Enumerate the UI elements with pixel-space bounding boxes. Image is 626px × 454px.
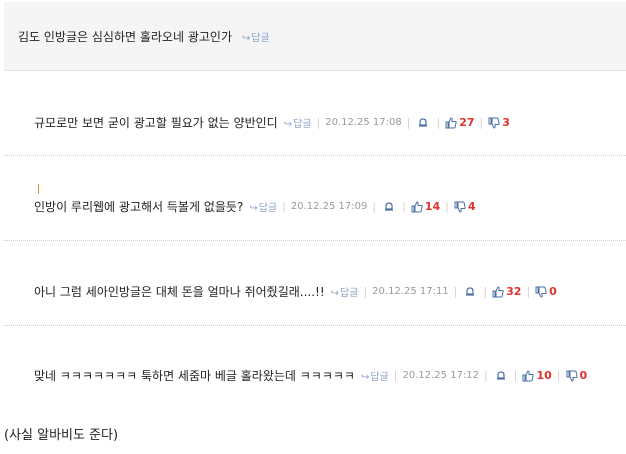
reply-row: 인방이 루리웹에 광고해서 득볼게 없을듯? ↪답글 | 20.12.25 17… bbox=[34, 184, 476, 215]
downvote-button[interactable]: 3 bbox=[488, 116, 510, 129]
divider: | bbox=[479, 116, 484, 129]
downvote-count: 0 bbox=[579, 369, 588, 382]
downvote-button[interactable]: 0 bbox=[535, 285, 557, 298]
reply-link[interactable]: ↪답글 bbox=[331, 284, 359, 299]
reply-row: 아니 그럼 세아인방글은 대체 돈을 얼마나 쥐어줬길래....!! ↪답글 |… bbox=[34, 283, 557, 300]
divider: | bbox=[363, 285, 368, 298]
divider: | bbox=[453, 285, 458, 298]
downvote-button[interactable]: 4 bbox=[454, 200, 476, 213]
bell-icon[interactable] bbox=[383, 201, 395, 213]
upvote-count: 14 bbox=[424, 200, 441, 213]
divider: | bbox=[316, 116, 321, 129]
comment-date: 20.12.25 17:09 bbox=[290, 201, 368, 212]
reply-link-label: 답글 bbox=[258, 203, 278, 214]
reply-link-label: 답글 bbox=[340, 288, 359, 299]
reply-arrow-icon: ↪ bbox=[241, 33, 251, 44]
upvote-button[interactable]: 32 bbox=[492, 285, 521, 298]
thumb-up-icon bbox=[445, 116, 457, 128]
divider: | bbox=[282, 200, 286, 213]
text-cursor bbox=[38, 184, 39, 194]
thumb-down-icon bbox=[566, 370, 578, 382]
downvote-count: 0 bbox=[549, 285, 557, 298]
downvote-count: 4 bbox=[467, 200, 476, 213]
thumb-up-icon bbox=[411, 200, 423, 212]
comment-date: 20.12.25 17:12 bbox=[402, 370, 480, 381]
parent-comment-text: 김도 인방글은 심심하면 홀라오네 광고인가 bbox=[18, 30, 232, 44]
divider: | bbox=[526, 285, 531, 298]
reply-link-label: 답글 bbox=[370, 372, 389, 383]
divider: | bbox=[445, 200, 449, 213]
reply-row: 맞네 ㅋㅋㅋㅋㅋㅋㅋ 툭하면 세줌마 베글 홀라왔는데 ㅋㅋㅋㅋㅋ ↪답글 | … bbox=[34, 367, 587, 384]
reply-text: 맞네 ㅋㅋㅋㅋㅋㅋㅋ 툭하면 세줌마 베글 홀라왔는데 ㅋㅋㅋㅋㅋ bbox=[34, 369, 355, 383]
bell-icon[interactable] bbox=[417, 117, 429, 129]
divider: | bbox=[556, 369, 561, 382]
reply-arrow-icon: ↪ bbox=[360, 372, 370, 383]
downvote-button[interactable]: 0 bbox=[566, 369, 588, 382]
bell-icon[interactable] bbox=[464, 286, 476, 298]
parent-comment-body: 김도 인방글은 심심하면 홀라오네 광고인가 ↪답글 bbox=[18, 28, 270, 45]
upvote-count: 10 bbox=[536, 369, 552, 382]
upvote-button[interactable]: 14 bbox=[411, 200, 440, 213]
thumb-up-icon bbox=[522, 369, 535, 381]
caption-text: (사실 알바비도 준다) bbox=[4, 428, 119, 443]
thumb-down-icon bbox=[488, 117, 500, 129]
divider: | bbox=[513, 369, 518, 382]
reply-arrow-icon: ↪ bbox=[249, 203, 258, 214]
comment-date: 20.12.25 17:11 bbox=[372, 286, 449, 297]
reply-arrow-icon: ↪ bbox=[330, 288, 340, 299]
reply-comment: 인방이 루리웹에 광고해서 득볼게 없을듯? ↪답글 | 20.12.25 17… bbox=[4, 156, 626, 241]
reply-link[interactable]: ↪답글 bbox=[361, 368, 389, 383]
reply-link[interactable]: ↪답글 bbox=[284, 115, 312, 130]
reply-comment: 규모로만 보면 굳이 광고할 필요가 없는 양반인디 ↪답글 | 20.12.2… bbox=[4, 71, 626, 156]
divider: | bbox=[372, 200, 377, 213]
reply-arrow-icon: ↪ bbox=[283, 119, 293, 130]
parent-comment: 김도 인방글은 심심하면 홀라오네 광고인가 ↪답글 bbox=[4, 2, 626, 71]
reply-link-label: 답글 bbox=[251, 33, 270, 44]
divider: | bbox=[483, 285, 488, 298]
reply-row: 규모로만 보면 굳이 광고할 필요가 없는 양반인디 ↪답글 | 20.12.2… bbox=[34, 114, 510, 131]
upvote-button[interactable]: 27 bbox=[445, 116, 475, 129]
thumb-down-icon bbox=[454, 201, 466, 213]
divider: | bbox=[436, 116, 441, 129]
divider: | bbox=[402, 200, 406, 213]
divider: | bbox=[393, 369, 398, 382]
upvote-count: 32 bbox=[506, 285, 522, 298]
reply-link-label: 답글 bbox=[293, 119, 312, 130]
reply-link[interactable]: ↪답글 bbox=[249, 199, 277, 214]
comment-date: 20.12.25 17:08 bbox=[325, 117, 402, 128]
upvote-button[interactable]: 10 bbox=[522, 369, 552, 382]
divider: | bbox=[406, 116, 411, 129]
downvote-count: 3 bbox=[502, 116, 510, 129]
thumb-down-icon bbox=[535, 286, 547, 298]
reply-comment: 맞네 ㅋㅋㅋㅋㅋㅋㅋ 툭하면 세줌마 베글 홀라왔는데 ㅋㅋㅋㅋㅋ ↪답글 | … bbox=[4, 326, 626, 410]
reply-text: 인방이 루리웹에 광고해서 득볼게 없을듯? bbox=[34, 200, 244, 214]
reply-text: 아니 그럼 세아인방글은 대체 돈을 얼마나 쥐어줬길래....!! bbox=[34, 285, 325, 299]
reply-text: 규모로만 보면 굳이 광고할 필요가 없는 양반인디 bbox=[34, 116, 278, 130]
thumb-up-icon bbox=[492, 285, 504, 297]
reply-comment: 아니 그럼 세아인방글은 대체 돈을 얼마나 쥐어줬길래....!! ↪답글 |… bbox=[4, 241, 626, 326]
divider: | bbox=[484, 369, 488, 382]
reply-link[interactable]: ↪답글 bbox=[242, 33, 270, 44]
upvote-count: 27 bbox=[459, 116, 475, 129]
bell-icon[interactable] bbox=[495, 370, 507, 382]
